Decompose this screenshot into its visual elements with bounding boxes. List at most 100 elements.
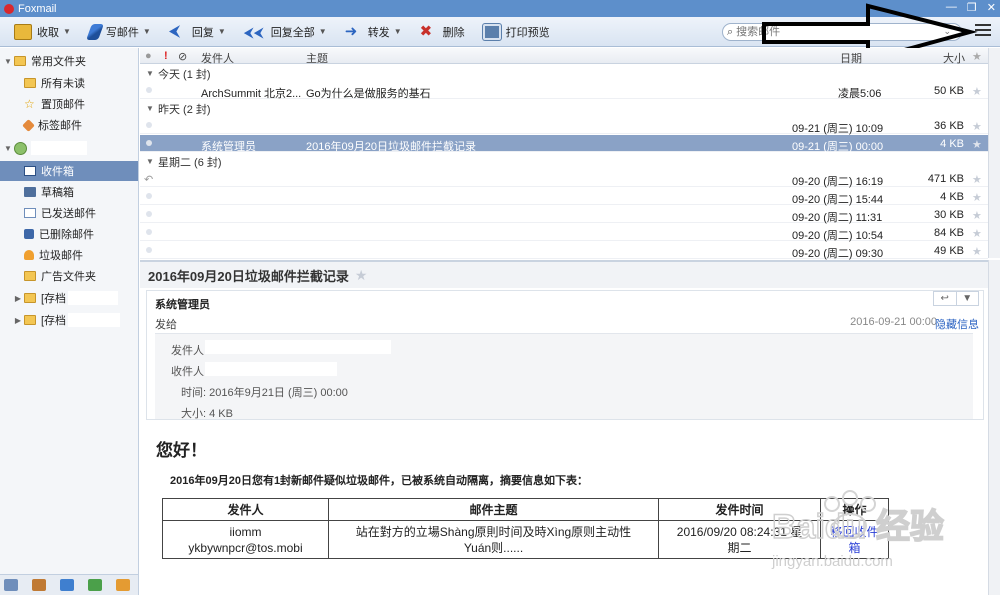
unread-dot-icon[interactable] [146, 247, 152, 253]
table-row[interactable]: 09-20 (周二) 11:31 30 KB ★ [140, 206, 988, 224]
minimize-icon[interactable]: — [946, 1, 957, 14]
move-to-inbox-link[interactable]: 箱 [821, 540, 888, 556]
folder-label: 收件箱 [41, 166, 74, 178]
group-today[interactable]: ▼ 今天 (1 封) [140, 65, 988, 82]
star-icon[interactable]: ★ [972, 227, 982, 240]
unread-dot-icon[interactable] [146, 122, 152, 128]
reply-button[interactable]: 回复 ▼ [163, 20, 232, 44]
chevron-down-icon[interactable]: ▼ [63, 27, 71, 36]
column-sender[interactable]: 发件人 [201, 50, 234, 66]
expand-icon[interactable]: ▼ [2, 144, 14, 153]
sidebar-item-deleted[interactable]: 已删除邮件 [0, 224, 138, 244]
receive-mail-icon [14, 23, 32, 40]
table-row-selected[interactable]: 系统管理员 2016年09月20日垃圾邮件拦截记录 09-21 (周三) 00:… [140, 135, 988, 153]
move-to-inbox-link[interactable]: 移回收件 [821, 524, 888, 540]
collapse-icon[interactable]: ▼ [144, 157, 156, 166]
reader-scrollbar[interactable] [988, 260, 1000, 595]
star-column-icon[interactable]: ★ [972, 50, 982, 63]
sidebar-item-sent[interactable]: 已发送邮件 [0, 203, 138, 223]
read-status-column-icon[interactable]: ● [145, 50, 152, 62]
sidebar-item-drafts[interactable]: 草稿箱 [0, 182, 138, 202]
drafts-icon [24, 187, 36, 197]
table-row[interactable]: 09-20 (周二) 09:30 49 KB ★ [140, 242, 988, 260]
hide-info-link[interactable]: 隐藏信息 [935, 316, 979, 332]
close-icon[interactable]: ✕ [987, 1, 996, 14]
sidebar-item-ads[interactable]: 广告文件夹 [0, 266, 138, 286]
chevron-down-icon[interactable]: ▼ [218, 27, 226, 36]
receive-button[interactable]: 收取 ▼ [8, 20, 77, 44]
table-row[interactable]: 09-21 (周三) 10:09 36 KB ★ [140, 117, 988, 135]
sidebar-item-archive-1[interactable]: ▶ [存档 [0, 288, 138, 308]
account-node[interactable]: ▼ [0, 138, 138, 158]
sidebar-item-all-unread[interactable]: 所有未读 [0, 73, 138, 93]
compose-button[interactable]: 写邮件 ▼ [83, 20, 157, 44]
star-icon[interactable]: ★ [355, 267, 368, 284]
search-icon: ⌕ [727, 25, 734, 38]
list-scrollbar[interactable] [988, 48, 1000, 258]
expand-icon[interactable]: ▼ [2, 57, 14, 66]
reply-icon[interactable]: ↩ [934, 292, 956, 305]
reading-pane: 2016年09月20日垃圾邮件拦截记录 ★ 系统管理员 ↩ ▼ 发给 2016-… [140, 260, 988, 595]
folder-group-common[interactable]: ▼ 常用文件夹 [0, 51, 138, 71]
reply-all-button[interactable]: 回复全部 ▼ [238, 20, 333, 44]
tag-icon [22, 118, 35, 132]
group-yesterday[interactable]: ▼ 昨天 (2 封) [140, 100, 988, 117]
table-row[interactable]: ↶ 09-20 (周二) 16:19 471 KB ★ [140, 170, 988, 188]
chevron-down-icon[interactable]: ▼ [143, 27, 151, 36]
unread-dot-icon[interactable] [146, 140, 152, 146]
search-options-icon[interactable]: ⌄ [943, 26, 951, 37]
star-icon[interactable]: ★ [972, 191, 982, 204]
expand-icon[interactable]: ▶ [12, 294, 24, 303]
delete-button[interactable]: 删除 [414, 20, 471, 44]
column-size[interactable]: 大小 [943, 50, 965, 66]
collapse-icon[interactable]: ▼ [144, 69, 156, 78]
column-subject[interactable]: 主题 [306, 50, 328, 66]
star-icon[interactable]: ★ [972, 245, 982, 258]
more-options-icon[interactable]: ▼ [955, 292, 979, 305]
collapse-icon[interactable]: ▼ [144, 104, 156, 113]
expand-icon[interactable]: ▶ [12, 316, 24, 325]
sidebar-item-archive-2[interactable]: ▶ [存档 [0, 310, 138, 330]
spam-table-row: iiomm ykbywnpcr@tos.mobi 站在對方的立場Shàng原則时… [162, 520, 889, 559]
unread-dot-icon[interactable] [146, 87, 152, 93]
sidebar-item-inbox[interactable]: 收件箱 [0, 161, 138, 181]
row-subject: Go为什么是做服务的基石 [306, 88, 431, 100]
table-row[interactable]: 09-20 (周二) 10:54 84 KB ★ [140, 224, 988, 242]
unread-dot-icon[interactable] [146, 211, 152, 217]
attachment-column-icon[interactable]: ⊘ [178, 50, 187, 63]
folder-label: 常用文件夹 [31, 56, 86, 68]
unread-dot-icon[interactable] [146, 193, 152, 199]
replied-icon[interactable]: ↶ [144, 173, 153, 186]
chevron-down-icon[interactable]: ▼ [319, 27, 327, 36]
rss-module-icon[interactable] [116, 579, 130, 591]
spam-sender-email: ykbywnpcr@tos.mobi [188, 540, 303, 555]
search-input[interactable] [736, 26, 937, 38]
maximize-icon[interactable]: ❐ [967, 1, 977, 14]
star-icon[interactable]: ★ [972, 120, 982, 133]
forward-button[interactable]: 转发 ▼ [339, 20, 408, 44]
table-row[interactable]: ArchSummit 北京2... Go为什么是做服务的基石 凌晨5:06 50… [140, 82, 988, 100]
star-icon[interactable]: ★ [972, 138, 982, 151]
sidebar-item-tagged[interactable]: 标签邮件 [0, 115, 138, 135]
column-date[interactable]: 日期 [840, 50, 862, 66]
sidebar-item-pinned[interactable]: ☆ 置顶邮件 [0, 94, 138, 114]
star-icon[interactable]: ★ [972, 209, 982, 222]
unread-dot-icon[interactable] [146, 229, 152, 235]
star-icon[interactable]: ★ [972, 173, 982, 186]
chevron-down-icon[interactable]: ▼ [394, 27, 402, 36]
calendar-module-icon[interactable] [60, 579, 74, 591]
menu-list-icon[interactable] [975, 24, 991, 38]
mail-module-icon[interactable] [4, 579, 18, 591]
message-sender[interactable]: 系统管理员 [155, 296, 210, 312]
sidebar-item-junk[interactable]: 垃圾邮件 [0, 245, 138, 265]
print-preview-button[interactable]: 打印预览 [477, 20, 556, 44]
priority-column-icon[interactable]: ! [164, 50, 168, 62]
notes-module-icon[interactable] [88, 579, 102, 591]
contacts-module-icon[interactable] [32, 579, 46, 591]
row-subject: 2016年09月20日垃圾邮件拦截记录 [306, 141, 476, 153]
group-tuesday[interactable]: ▼ 星期二 (6 封) [140, 153, 988, 170]
folder-label: 已删除邮件 [39, 229, 94, 241]
star-icon[interactable]: ★ [972, 85, 982, 98]
header-subject: 邮件主题 [328, 498, 659, 521]
table-row[interactable]: 09-20 (周二) 15:44 4 KB ★ [140, 188, 988, 206]
